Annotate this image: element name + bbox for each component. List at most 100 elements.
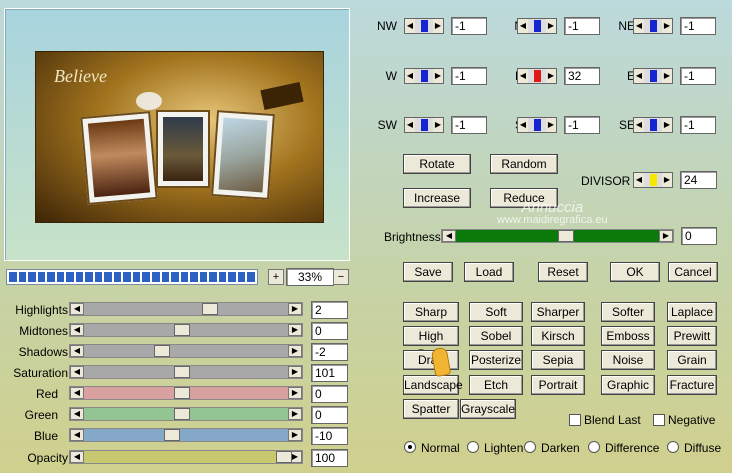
matrix-spinner[interactable]: ◀ ▶ — [633, 68, 673, 84]
blend-last-checkbox[interactable] — [569, 414, 581, 426]
reset-button[interactable]: Reset — [538, 262, 588, 282]
slider-thumb[interactable] — [275, 451, 292, 463]
preset-button-sepia[interactable]: Sepia — [531, 350, 585, 370]
slider-thumb[interactable] — [163, 429, 180, 441]
blend-radio-difference[interactable] — [588, 441, 600, 453]
slider-left-arrow[interactable]: ◀ — [70, 451, 84, 463]
slider-right-arrow[interactable]: ▶ — [288, 429, 302, 441]
blend-radio-lighten[interactable] — [467, 441, 479, 453]
preset-button-kirsch[interactable]: Kirsch — [531, 326, 585, 346]
adjustment-input[interactable]: 101 — [311, 364, 348, 382]
blend-radio-normal[interactable] — [404, 441, 416, 453]
preset-button-portrait[interactable]: Portrait — [531, 375, 585, 395]
adjustment-slider[interactable]: ◀ ▶ — [69, 344, 303, 358]
matrix-spinner[interactable]: ◀ ▶ — [404, 117, 444, 133]
brightness-slider[interactable]: ◀ ▶ — [441, 229, 674, 243]
zoom-in-button[interactable]: + — [268, 269, 284, 285]
preset-button-noise[interactable]: Noise — [601, 350, 655, 370]
adjustment-slider[interactable]: ◀ ▶ — [69, 365, 303, 379]
matrix-spinner[interactable]: ◀ ▶ — [517, 18, 557, 34]
preset-button-laplace[interactable]: Laplace — [667, 302, 717, 322]
adjustment-slider[interactable]: ◀ ▶ — [69, 386, 303, 400]
preset-button-fracture[interactable]: Fracture — [667, 375, 717, 395]
brightness-right-arrow[interactable]: ▶ — [659, 230, 673, 242]
matrix-spinner[interactable]: ◀ ▶ — [404, 68, 444, 84]
slider-right-arrow[interactable]: ▶ — [288, 366, 302, 378]
adjustment-slider[interactable]: ◀ ▶ — [69, 323, 303, 337]
slider-thumb[interactable] — [173, 387, 190, 399]
load-button[interactable]: Load — [464, 262, 514, 282]
matrix-input[interactable]: -1 — [680, 67, 716, 85]
slider-right-arrow[interactable]: ▶ — [288, 387, 302, 399]
preset-button-sharp[interactable]: Sharp — [403, 302, 459, 322]
brightness-input[interactable]: 0 — [681, 227, 717, 245]
adjustment-input[interactable]: -2 — [311, 343, 348, 361]
adjustment-input[interactable]: 2 — [311, 301, 348, 319]
adjustment-slider[interactable]: ◀ ▶ — [69, 407, 303, 421]
preset-button-sharper[interactable]: Sharper — [531, 302, 585, 322]
slider-right-arrow[interactable]: ▶ — [288, 345, 302, 357]
preset-button-softer[interactable]: Softer — [601, 302, 655, 322]
matrix-spinner[interactable]: ◀ ▶ — [517, 117, 557, 133]
matrix-spinner[interactable]: ◀ ▶ — [633, 18, 673, 34]
blend-radio-diffuse[interactable] — [667, 441, 679, 453]
matrix-input[interactable]: -1 — [564, 116, 600, 134]
slider-right-arrow[interactable]: ▶ — [288, 324, 302, 336]
preset-button-landscape[interactable]: Landscape — [403, 375, 463, 395]
ok-button[interactable]: OK — [610, 262, 660, 282]
save-button[interactable]: Save — [403, 262, 453, 282]
matrix-input[interactable]: -1 — [680, 17, 716, 35]
preset-button-posterize[interactable]: Posterize — [469, 350, 523, 370]
slider-right-arrow[interactable]: ▶ — [288, 303, 302, 315]
random-button[interactable]: Random — [490, 154, 558, 174]
preset-button-prewitt[interactable]: Prewitt — [667, 326, 717, 346]
preset-button-grain[interactable]: Grain — [667, 350, 717, 370]
matrix-spinner[interactable]: ◀ ▶ — [633, 117, 673, 133]
adjustment-input[interactable]: 100 — [311, 449, 348, 467]
slider-thumb[interactable] — [173, 366, 190, 378]
slider-left-arrow[interactable]: ◀ — [70, 366, 84, 378]
adjustment-input[interactable]: 0 — [311, 406, 348, 424]
matrix-input[interactable]: -1 — [451, 67, 487, 85]
slider-left-arrow[interactable]: ◀ — [70, 429, 84, 441]
slider-thumb[interactable] — [173, 408, 190, 420]
matrix-input[interactable]: -1 — [451, 17, 487, 35]
slider-thumb[interactable] — [173, 324, 190, 336]
matrix-spinner[interactable]: ◀ ▶ — [404, 18, 444, 34]
matrix-input[interactable]: 32 — [564, 67, 600, 85]
matrix-input[interactable]: -1 — [680, 116, 716, 134]
preset-button-spatter[interactable]: Spatter — [403, 399, 459, 419]
preset-button-graphic[interactable]: Graphic — [601, 375, 655, 395]
blend-radio-darken[interactable] — [524, 441, 536, 453]
negative-checkbox[interactable] — [653, 414, 665, 426]
adjustment-input[interactable]: -10 — [311, 427, 348, 445]
slider-thumb[interactable] — [153, 345, 170, 357]
cancel-button[interactable]: Cancel — [668, 262, 718, 282]
slider-left-arrow[interactable]: ◀ — [70, 408, 84, 420]
slider-thumb[interactable] — [202, 303, 219, 315]
adjustment-input[interactable]: 0 — [311, 385, 348, 403]
zoom-input[interactable]: 33% — [286, 268, 334, 286]
slider-left-arrow[interactable]: ◀ — [70, 387, 84, 399]
brightness-thumb[interactable] — [557, 230, 574, 242]
rotate-button[interactable]: Rotate — [403, 154, 471, 174]
preset-button-etch[interactable]: Etch — [469, 375, 523, 395]
preset-button-soft[interactable]: Soft — [469, 302, 523, 322]
adjustment-input[interactable]: 0 — [311, 322, 348, 340]
preset-button-grayscale[interactable]: Grayscale — [460, 399, 516, 419]
slider-right-arrow[interactable]: ▶ — [288, 408, 302, 420]
brightness-left-arrow[interactable]: ◀ — [442, 230, 456, 242]
adjustment-slider[interactable]: ◀ ▶ — [69, 302, 303, 316]
divisor-spinner[interactable]: ◀ ▶ — [633, 172, 673, 188]
matrix-input[interactable]: -1 — [451, 116, 487, 134]
divisor-input[interactable]: 24 — [680, 171, 717, 189]
slider-left-arrow[interactable]: ◀ — [70, 303, 84, 315]
preset-button-emboss[interactable]: Emboss — [601, 326, 655, 346]
preset-button-sobel[interactable]: Sobel — [469, 326, 523, 346]
adjustment-slider[interactable]: ◀ ▶ — [69, 428, 303, 442]
slider-left-arrow[interactable]: ◀ — [70, 324, 84, 336]
increase-button[interactable]: Increase — [403, 188, 471, 208]
matrix-input[interactable]: -1 — [564, 17, 600, 35]
zoom-out-button[interactable]: − — [333, 269, 349, 285]
slider-left-arrow[interactable]: ◀ — [70, 345, 84, 357]
